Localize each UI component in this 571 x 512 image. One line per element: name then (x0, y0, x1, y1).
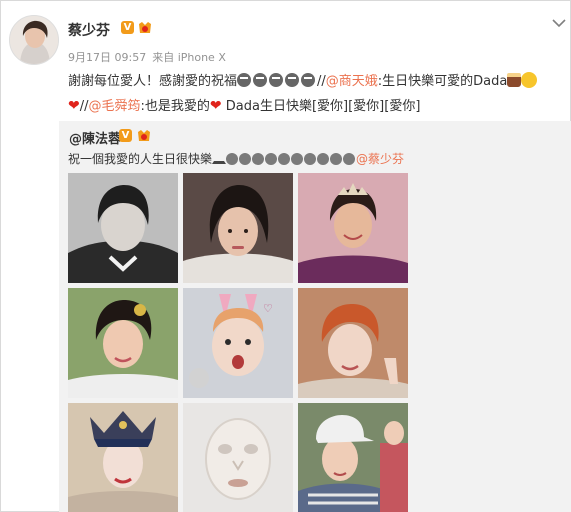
vip-badge-icon (138, 130, 150, 141)
repost-text-body: 祝一個我愛的人生日很快樂 (68, 152, 213, 166)
photo-bob-hair[interactable] (183, 173, 293, 283)
avatar[interactable] (9, 15, 59, 65)
heart-icon: ❤ (68, 98, 80, 114)
verified-badge-icon: V (121, 21, 134, 34)
verified-badge-icon: V (119, 129, 132, 142)
repost-separator: // (79, 99, 89, 114)
smiley-icon (521, 72, 538, 88)
emoji-icon (330, 153, 343, 165)
emoji-icon (317, 153, 330, 165)
post-text-part4: Dada生日快樂[愛你][愛你][愛你] (221, 99, 421, 114)
repost-author[interactable]: @陳法蓉 (69, 128, 121, 147)
mention-link[interactable]: @商天娥 (326, 74, 378, 89)
mention-link[interactable]: @毛舜筠 (89, 99, 141, 114)
post-text-part3: :也是我愛的 (140, 99, 210, 114)
mention-link[interactable]: @蔡少芬 (356, 152, 404, 166)
cake-icon (507, 73, 522, 87)
emoji-icon (226, 153, 239, 165)
emoji-icon (253, 73, 268, 87)
photo-tiara-qipao[interactable] (298, 173, 408, 283)
post-source: 来自 iPhone X (152, 51, 226, 64)
post-date[interactable]: 9月17日 09:57 (68, 51, 146, 64)
photo-opera-headdress[interactable] (68, 403, 178, 512)
post-text: 謝謝每位愛人！感謝愛的祝福//@商天娥:生日快樂可愛的Dada ❤//@毛舜筠:… (68, 69, 563, 119)
vip-badge-icon (139, 22, 151, 33)
post-meta: 9月17日 09:57 来自 iPhone X (68, 49, 232, 65)
emoji-icon (301, 73, 316, 87)
repost-text: 祝一個我愛的人生日很快樂 @蔡少芬 (68, 150, 404, 167)
author-name[interactable]: 蔡少芬 (68, 20, 110, 40)
repost-separator: // (317, 74, 326, 89)
weibo-post-card: 蔡少芬 V 9月17日 09:57 来自 iPhone X 謝謝每位愛人！感謝愛的… (0, 0, 571, 512)
heart-icon: ❤ (209, 98, 222, 114)
emoji-icon (237, 73, 252, 87)
photo-child-bw[interactable] (68, 173, 178, 283)
emoji-icon (304, 153, 317, 165)
emoji-icon (239, 153, 252, 165)
emoji-icon (285, 73, 300, 87)
boat-icon (212, 155, 227, 164)
photo-grid: ♡ (68, 173, 408, 512)
emoji-icon (278, 153, 291, 165)
emoji-icon (269, 73, 284, 87)
photo-face-mask[interactable] (183, 403, 293, 512)
emoji-icon (252, 153, 265, 165)
emoji-icon (265, 153, 278, 165)
svg-text:♡: ♡ (263, 302, 273, 315)
post-text-part2: :生日快樂可愛的Dada (377, 74, 508, 89)
chevron-down-icon[interactable] (552, 18, 566, 28)
photo-bunny-filter[interactable]: ♡ (183, 288, 293, 398)
emoji-icon (291, 153, 304, 165)
photo-short-orange-hair[interactable] (298, 288, 408, 398)
photo-cap-striped[interactable] (298, 403, 408, 512)
post-text-part1: 謝謝每位愛人！感謝愛的祝福 (68, 74, 238, 89)
photo-period-drama[interactable] (68, 288, 178, 398)
reposted-weibo[interactable]: @陳法蓉 V 祝一個我愛的人生日很快樂 @蔡少芬 ♡ (59, 121, 571, 512)
emoji-icon (343, 153, 356, 165)
